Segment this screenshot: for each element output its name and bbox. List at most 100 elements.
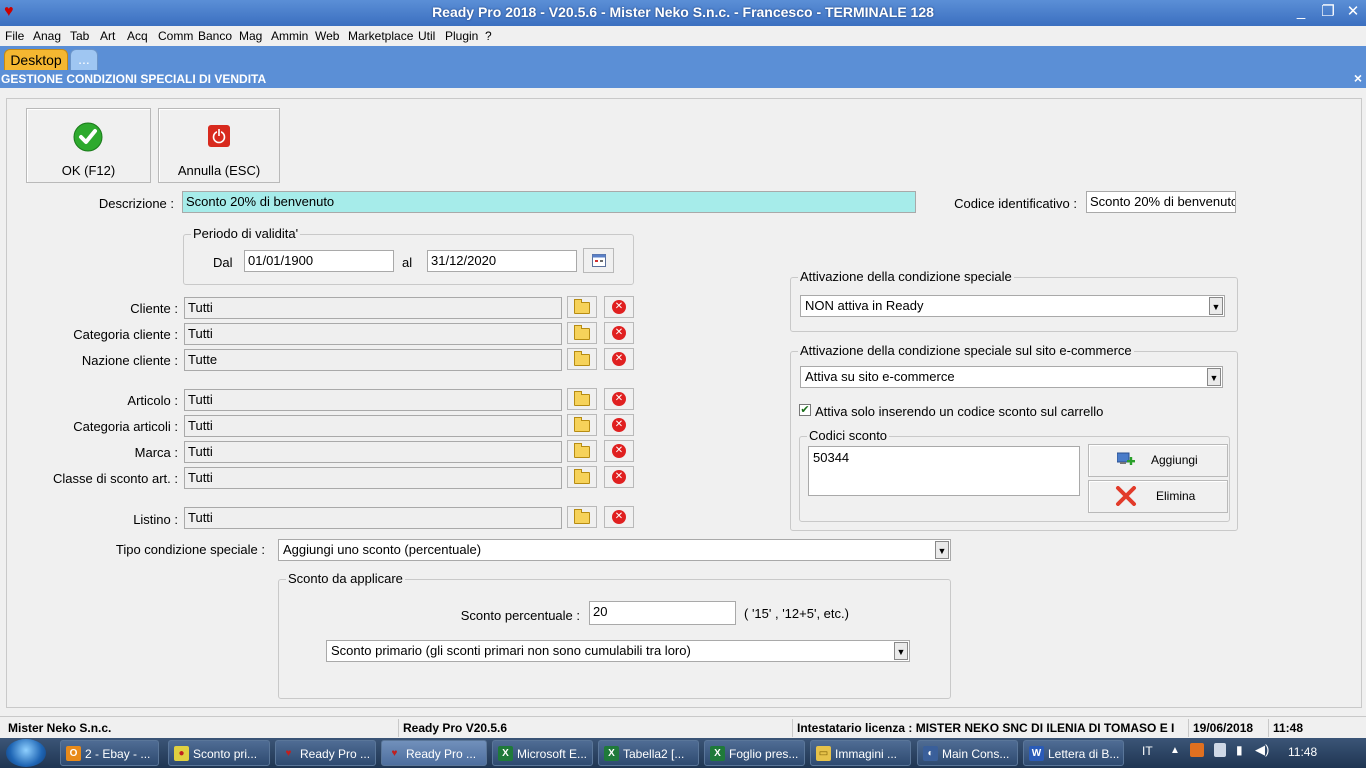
codice-carrello-checkbox[interactable]: ✔ xyxy=(799,404,811,416)
listino-browse-button[interactable] xyxy=(567,506,597,528)
menu-acq[interactable]: Acq xyxy=(127,29,148,43)
calendar-button[interactable] xyxy=(583,248,614,273)
menu-util[interactable]: Util xyxy=(418,29,435,43)
taskbar-item-label: Foglio pres... xyxy=(729,747,799,761)
classe-sconto-clear-button[interactable]: ✕ xyxy=(604,466,634,488)
nazione-cliente-browse-button[interactable] xyxy=(567,348,597,370)
status-licenza: Intestatario licenza : MISTER NEKO SNC D… xyxy=(792,719,1189,737)
ok-button[interactable]: OK (F12) xyxy=(26,108,151,183)
ecommerce-select[interactable]: Attiva su sito e-commerce ▼ xyxy=(800,366,1223,388)
categoria-cliente-clear-button[interactable]: ✕ xyxy=(604,322,634,344)
taskbar-item[interactable]: X Microsoft E... xyxy=(492,740,593,766)
nazione-cliente-value: Tutte xyxy=(184,349,562,371)
title-bar: ♥ Ready Pro 2018 - V20.5.6 - Mister Neko… xyxy=(0,0,1366,26)
articolo-browse-button[interactable] xyxy=(567,388,597,410)
menu-marketplace[interactable]: Marketplace xyxy=(348,29,413,43)
chevron-down-icon[interactable]: ▼ xyxy=(1209,297,1223,315)
tray-arrow-icon[interactable]: ▲ xyxy=(1170,745,1180,756)
elimina-button[interactable]: Elimina xyxy=(1088,480,1228,513)
listino-clear-button[interactable]: ✕ xyxy=(604,506,634,528)
tray-app-icon[interactable] xyxy=(1190,743,1204,757)
codici-sconto-list[interactable]: 50344 xyxy=(808,446,1080,496)
categoria-cliente-browse-button[interactable] xyxy=(567,322,597,344)
ok-button-label: OK (F12) xyxy=(61,163,116,178)
tray-device-icon[interactable] xyxy=(1214,743,1226,757)
volume-icon[interactable]: ◀) xyxy=(1255,742,1269,758)
taskbar-item[interactable]: ◐ Main Cons... xyxy=(917,740,1018,766)
taskbar-item[interactable]: X Foglio pres... xyxy=(704,740,805,766)
chevron-down-icon[interactable]: ▼ xyxy=(1207,368,1221,386)
menu-anag[interactable]: Anag xyxy=(33,29,61,43)
classe-sconto-browse-button[interactable] xyxy=(567,466,597,488)
taskbar-item[interactable]: ● Sconto pri... xyxy=(168,740,270,766)
codice-input[interactable]: Sconto 20% di benvenuto xyxy=(1086,191,1236,213)
menu-tab[interactable]: Tab xyxy=(70,29,89,43)
menu-plugin[interactable]: Plugin xyxy=(445,29,478,43)
taskbar-item[interactable]: X Tabella2 [... xyxy=(598,740,699,766)
classe-sconto-label: Classe di sconto art. : xyxy=(53,471,178,486)
tab-more[interactable]: ... xyxy=(70,49,98,71)
menu-comm[interactable]: Comm xyxy=(158,29,193,43)
taskbar-item-label: Microsoft E... xyxy=(517,747,588,761)
tipo-condizione-select[interactable]: Aggiungi uno sconto (percentuale) ▼ xyxy=(278,539,951,561)
aggiungi-label: Aggiungi xyxy=(1151,453,1198,467)
start-button[interactable] xyxy=(6,739,46,767)
chevron-down-icon[interactable]: ▼ xyxy=(894,642,908,660)
tab-desktop[interactable]: Desktop xyxy=(4,49,68,71)
marca-clear-button[interactable]: ✕ xyxy=(604,440,634,462)
folder-icon xyxy=(574,391,590,406)
dal-input[interactable]: 01/01/1900 xyxy=(244,250,394,272)
aggiungi-button[interactable]: Aggiungi xyxy=(1088,444,1228,477)
tipo-condizione-label: Tipo condizione speciale : xyxy=(115,542,265,557)
delete-icon: ✕ xyxy=(612,510,626,524)
attivazione-select[interactable]: NON attiva in Ready ▼ xyxy=(800,295,1225,317)
taskbar-clock[interactable]: 11:48 xyxy=(1288,745,1317,759)
network-icon[interactable]: ▮ xyxy=(1236,743,1243,757)
attivazione-title: Attivazione della condizione speciale xyxy=(798,269,1014,284)
taskbar-item[interactable]: W Lettera di B... xyxy=(1023,740,1124,766)
menu-help[interactable]: ? xyxy=(485,29,492,43)
delete-icon: ✕ xyxy=(612,326,626,340)
sconto-tipo-value: Sconto primario (gli sconti primari non … xyxy=(331,643,691,658)
marca-browse-button[interactable] xyxy=(567,440,597,462)
categoria-articoli-browse-button[interactable] xyxy=(567,414,597,436)
descrizione-input[interactable]: Sconto 20% di benvenuto xyxy=(182,191,916,213)
categoria-articoli-clear-button[interactable]: ✕ xyxy=(604,414,634,436)
nazione-cliente-clear-button[interactable]: ✕ xyxy=(604,348,634,370)
language-indicator[interactable]: IT xyxy=(1142,744,1153,758)
close-form-button[interactable]: × xyxy=(1354,70,1362,86)
menu-mag[interactable]: Mag xyxy=(239,29,262,43)
menu-file[interactable]: File xyxy=(5,29,24,43)
categoria-cliente-label: Categoria cliente : xyxy=(73,327,178,342)
menu-web[interactable]: Web xyxy=(315,29,339,43)
attivazione-value: NON attiva in Ready xyxy=(805,298,924,313)
taskbar-item[interactable]: ♥ Ready Pro ... xyxy=(381,740,487,766)
menu-bar: File Anag Tab Art Acq Comm Banco Mag Amm… xyxy=(0,26,1366,46)
chevron-down-icon[interactable]: ▼ xyxy=(935,541,949,559)
taskbar-item[interactable]: ♥ Ready Pro ... xyxy=(275,740,376,766)
al-input[interactable]: 31/12/2020 xyxy=(427,250,577,272)
menu-ammin[interactable]: Ammin xyxy=(271,29,308,43)
cancel-button[interactable]: Annulla (ESC) xyxy=(158,108,280,183)
menu-banco[interactable]: Banco xyxy=(198,29,232,43)
list-item[interactable]: 50344 xyxy=(813,450,1075,465)
cliente-browse-button[interactable] xyxy=(567,296,597,318)
taskbar-item[interactable]: O 2 - Ebay - ... xyxy=(60,740,159,766)
sconto-percentuale-input[interactable]: 20 xyxy=(589,601,736,625)
categoria-cliente-value: Tutti xyxy=(184,323,562,345)
minimize-button[interactable]: _ xyxy=(1289,2,1313,22)
taskbar-item[interactable]: ▭ Immagini ... xyxy=(810,740,911,766)
articolo-value: Tutti xyxy=(184,389,562,411)
close-window-button[interactable]: ✕ xyxy=(1341,2,1365,22)
articolo-clear-button[interactable]: ✕ xyxy=(604,388,634,410)
sconto-tipo-select[interactable]: Sconto primario (gli sconti primari non … xyxy=(326,640,910,662)
restore-button[interactable]: ❐ xyxy=(1316,2,1340,22)
word-icon: W xyxy=(1029,746,1044,761)
status-time: 11:48 xyxy=(1268,719,1349,737)
taskbar-item-label: Main Cons... xyxy=(942,747,1010,761)
taskbar-item-label: Sconto pri... xyxy=(193,747,258,761)
menu-art[interactable]: Art xyxy=(100,29,115,43)
cliente-clear-button[interactable]: ✕ xyxy=(604,296,634,318)
sconto-group-title: Sconto da applicare xyxy=(286,571,405,586)
delete-icon: ✕ xyxy=(612,444,626,458)
